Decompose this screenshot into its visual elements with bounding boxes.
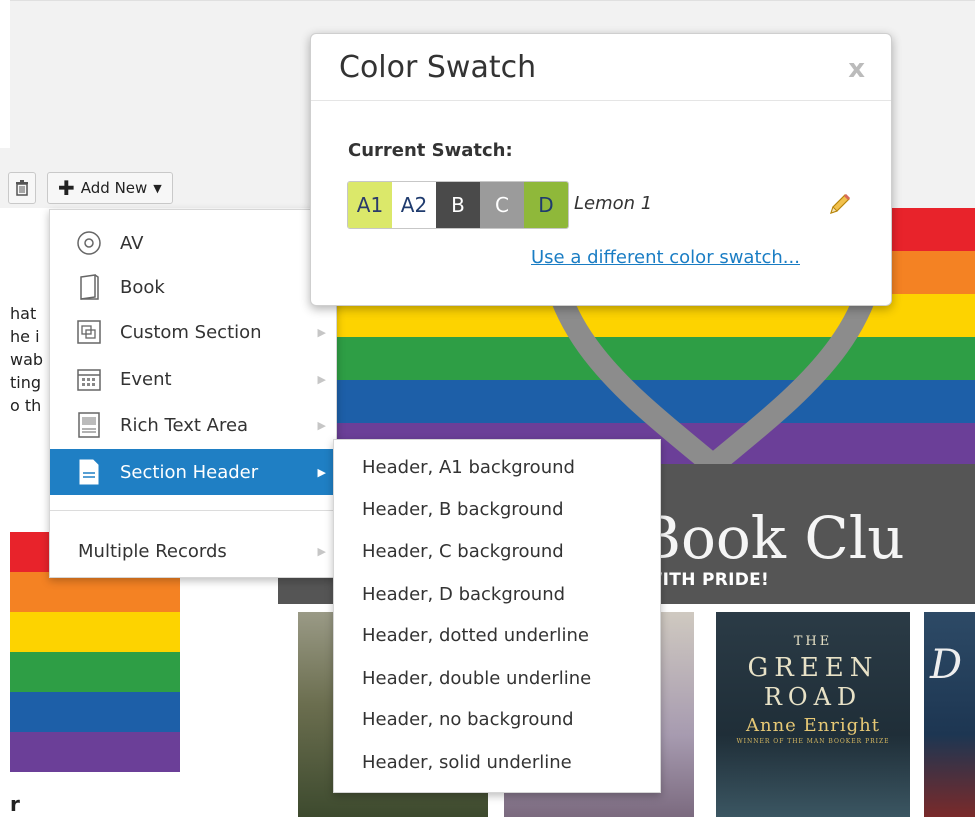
- submenu-item[interactable]: Header, C background: [362, 541, 564, 562]
- section-header-submenu: Header, A1 background Header, B backgrou…: [333, 439, 661, 793]
- submenu-item[interactable]: Header, D background: [362, 584, 565, 605]
- menu-item-multiple-records[interactable]: Multiple Records ▶: [50, 528, 336, 574]
- book-cover[interactable]: D: [924, 612, 975, 817]
- submenu-item[interactable]: Header, A1 background: [362, 457, 575, 478]
- swatch-chip-c: C: [480, 182, 524, 228]
- dialog-title: Color Swatch: [339, 50, 537, 85]
- swatch-chips: A1 A2 B C D: [347, 181, 569, 229]
- submenu-item[interactable]: Header, no background: [362, 709, 574, 730]
- rich-text-icon: [78, 412, 100, 438]
- swatch-name: Lemon 1: [574, 193, 653, 214]
- document-icon: [79, 459, 99, 485]
- swatch-chip-b: B: [436, 182, 480, 228]
- menu-item-label: Section Header: [120, 461, 259, 483]
- menu-item-rich-text-area[interactable]: Rich Text Area ▶: [50, 402, 336, 448]
- menu-item-custom-section[interactable]: Custom Section ▶: [50, 309, 336, 355]
- menu-item-label: Multiple Records: [78, 540, 227, 562]
- disc-icon: [77, 231, 101, 255]
- flag-stripe: [10, 652, 180, 692]
- trash-icon: [16, 180, 28, 196]
- add-new-button[interactable]: ✚ Add New ▼: [47, 172, 173, 204]
- caret-down-icon: ▼: [153, 181, 162, 195]
- cover-author: Anne Enright: [745, 715, 880, 736]
- menu-item-label: AV: [120, 232, 144, 254]
- flag-stripe: [10, 612, 180, 652]
- flag-stripe: [10, 692, 180, 732]
- submenu-item[interactable]: Header, dotted underline: [362, 625, 589, 646]
- delete-button[interactable]: [8, 172, 36, 204]
- pencil-icon[interactable]: [826, 192, 852, 218]
- page-heading: r: [10, 792, 20, 816]
- current-swatch-label: Current Swatch:: [348, 140, 513, 161]
- menu-item-section-header[interactable]: Section Header ▶: [50, 449, 336, 495]
- close-button[interactable]: x: [848, 54, 865, 84]
- cover-text: D: [930, 642, 963, 688]
- menu-item-label: Book: [120, 276, 165, 298]
- text-line: ting: [10, 373, 42, 392]
- add-new-menu: AV Book Custom Section ▶ Event ▶ Rich Te…: [49, 209, 337, 578]
- text-line: he i: [10, 327, 40, 346]
- page-body-text: hat he i wab ting o th: [10, 302, 43, 417]
- cover-text: ROAD: [763, 683, 863, 711]
- book-cover-green-road[interactable]: THE GREEN ROAD Anne Enright WINNER OF TH…: [716, 612, 910, 817]
- text-line: hat: [10, 304, 37, 323]
- text-line: wab: [10, 350, 44, 369]
- menu-item-label: Custom Section: [120, 321, 262, 343]
- menu-item-label: Rich Text Area: [120, 414, 249, 436]
- text-line: o th: [10, 396, 42, 415]
- flag-stripe: [10, 572, 180, 612]
- cover-tagline: WINNER OF THE MAN BOOKER PRIZE: [736, 738, 890, 745]
- menu-item-book[interactable]: Book: [50, 264, 336, 310]
- plus-icon: ✚: [58, 176, 75, 200]
- flag-stripe: [10, 732, 180, 772]
- add-new-label: Add New: [80, 179, 148, 197]
- chevron-right-icon: ▶: [317, 544, 326, 558]
- cover-text: GREEN: [747, 653, 879, 683]
- cover-text: THE: [793, 634, 833, 649]
- chevron-right-icon: ▶: [317, 465, 326, 479]
- menu-item-av[interactable]: AV: [50, 220, 336, 266]
- menu-divider: [50, 510, 336, 511]
- swatch-chip-a1: A1: [348, 182, 392, 228]
- submenu-item[interactable]: Header, double underline: [362, 668, 591, 689]
- submenu-item[interactable]: Header, B background: [362, 499, 564, 520]
- swatch-chip-a2: A2: [392, 182, 436, 228]
- menu-item-label: Event: [120, 368, 172, 390]
- dialog-divider: [311, 100, 891, 101]
- custom-section-icon: [77, 320, 101, 344]
- chevron-right-icon: ▶: [317, 418, 326, 432]
- swatch-chip-d: D: [524, 182, 568, 228]
- change-swatch-link[interactable]: Use a different color swatch...: [531, 247, 800, 268]
- calendar-icon: [77, 369, 101, 391]
- chevron-right-icon: ▶: [317, 325, 326, 339]
- book-icon: [80, 274, 99, 300]
- menu-item-event[interactable]: Event ▶: [50, 356, 336, 402]
- chevron-right-icon: ▶: [317, 372, 326, 386]
- submenu-item[interactable]: Header, solid underline: [362, 752, 572, 773]
- color-swatch-dialog: Color Swatch x Current Swatch: A1 A2 B C…: [310, 33, 892, 306]
